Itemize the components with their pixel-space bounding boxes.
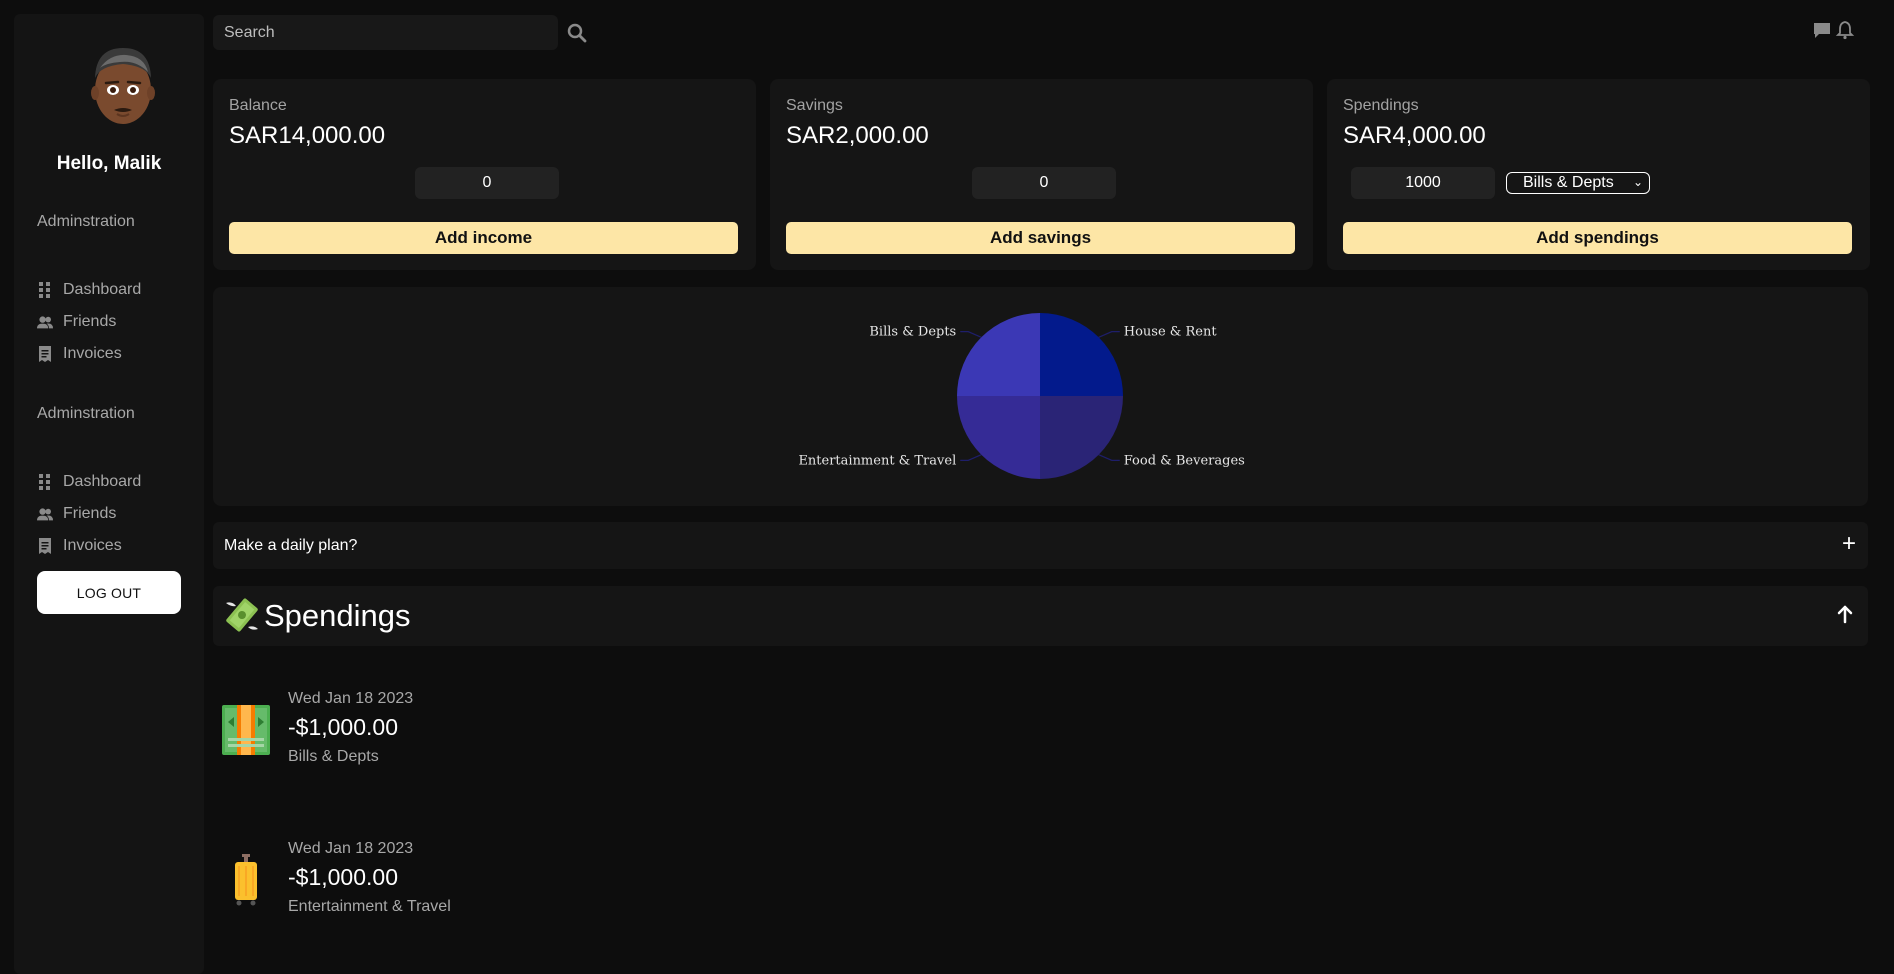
transaction-item[interactable]: Wed Jan 18 2023 -$1,000.00 Entertainment…: [213, 840, 813, 940]
pie-label: Entertainment & Travel: [798, 453, 956, 468]
savings-card: Savings SAR2,000.00 Add savings: [770, 79, 1313, 270]
transaction-category: Entertainment & Travel: [288, 898, 451, 915]
sidebar-item-dashboard[interactable]: Dashboard: [37, 469, 141, 495]
savings-amount-input[interactable]: [972, 167, 1116, 199]
pie-slice[interactable]: [1040, 396, 1123, 479]
transaction-date: Wed Jan 18 2023: [288, 840, 414, 857]
card-amount: SAR14,000.00: [229, 122, 386, 149]
daily-plan-label: Make a daily plan?: [224, 537, 358, 554]
pie-label-leader: [960, 331, 982, 338]
balance-card: Balance SAR14,000.00 Add income: [213, 79, 756, 270]
users-icon: [37, 314, 53, 330]
add-spendings-button[interactable]: Add spendings: [1343, 222, 1852, 254]
daily-plan-bar[interactable]: Make a daily plan? +: [213, 522, 1868, 569]
pie-slice[interactable]: [957, 396, 1040, 479]
select-value: Bills & Depts: [1523, 174, 1614, 191]
card-amount: SAR2,000.00: [786, 122, 929, 149]
pie-label-leader: [1098, 454, 1120, 461]
sidebar-item-invoices[interactable]: Invoices: [37, 533, 122, 559]
spendings-card: Spendings SAR4,000.00 Bills & Depts ⌄ Ad…: [1327, 79, 1870, 270]
bell-icon[interactable]: [1835, 20, 1855, 40]
money-with-wings-icon: [226, 598, 258, 632]
chat-icon[interactable]: [1812, 20, 1832, 40]
sidebar-item-dashboard[interactable]: Dashboard: [37, 277, 141, 303]
spending-category-select[interactable]: Bills & Depts ⌄: [1506, 172, 1650, 194]
sidebar-item-label: Invoices: [63, 345, 122, 362]
grid-icon: [37, 474, 53, 490]
transaction-item[interactable]: Wed Jan 18 2023 -$1,000.00 Bills & Depts: [213, 690, 813, 790]
spendings-title: Spendings: [264, 598, 411, 633]
sidebar-item-friends[interactable]: Friends: [37, 501, 116, 527]
nav-section-heading: Adminstration: [37, 405, 135, 422]
transaction-category: Bills & Depts: [288, 748, 379, 765]
nav-section-heading: Adminstration: [37, 213, 135, 230]
transaction-date: Wed Jan 18 2023: [288, 690, 414, 707]
spendings-amount-input[interactable]: [1351, 167, 1495, 199]
sidebar: Hello, Malik Adminstration Dashboard Fri…: [14, 14, 204, 974]
sidebar-item-label: Friends: [63, 505, 117, 522]
receipt-icon: [37, 346, 53, 362]
pie-chart: House & Rent Food & Beverages Entertainmen…: [798, 313, 1245, 479]
pie-label: Food & Beverages: [1124, 453, 1245, 468]
sidebar-item-label: Friends: [63, 313, 117, 330]
sidebar-item-label: Invoices: [63, 537, 122, 554]
spending-chart: House & Rent Food & Beverages Entertainmen…: [213, 287, 1868, 506]
spendings-header: Spendings: [213, 586, 1868, 646]
chevron-down-icon: ⌄: [1632, 175, 1643, 189]
card-amount: SAR4,000.00: [1343, 122, 1486, 149]
search-input[interactable]: [213, 15, 558, 50]
card-label: Spendings: [1343, 97, 1419, 114]
grid-icon: [37, 282, 53, 298]
plus-icon[interactable]: +: [1842, 532, 1856, 556]
search-icon[interactable]: [566, 22, 588, 44]
logout-button[interactable]: LOG OUT: [37, 571, 181, 614]
pie-label-leader: [960, 454, 982, 461]
receipt-icon: [37, 538, 53, 554]
income-amount-input[interactable]: [415, 167, 559, 199]
sidebar-item-invoices[interactable]: Invoices: [37, 341, 122, 367]
sidebar-item-friends[interactable]: Friends: [37, 309, 116, 335]
pie-slice[interactable]: [1040, 313, 1123, 396]
add-income-button[interactable]: Add income: [229, 222, 738, 254]
card-label: Savings: [786, 97, 843, 114]
pie-slice[interactable]: [957, 313, 1040, 396]
transaction-amount: -$1,000.00: [288, 714, 398, 740]
users-icon: [37, 506, 53, 522]
sidebar-item-label: Dashboard: [63, 281, 142, 298]
pie-label: House & Rent: [1124, 325, 1218, 340]
avatar: [91, 48, 155, 124]
add-savings-button[interactable]: Add savings: [786, 222, 1295, 254]
arrow-up-icon[interactable]: [1834, 603, 1856, 625]
pie-label-leader: [1098, 331, 1120, 338]
transaction-amount: -$1,000.00: [288, 864, 398, 890]
luggage-icon: [235, 854, 257, 906]
card-label: Balance: [229, 97, 287, 114]
money-icon: [222, 705, 270, 755]
greeting: Hello, Malik: [56, 153, 162, 174]
sidebar-item-label: Dashboard: [63, 473, 142, 490]
pie-label: Bills & Depts: [869, 325, 956, 340]
